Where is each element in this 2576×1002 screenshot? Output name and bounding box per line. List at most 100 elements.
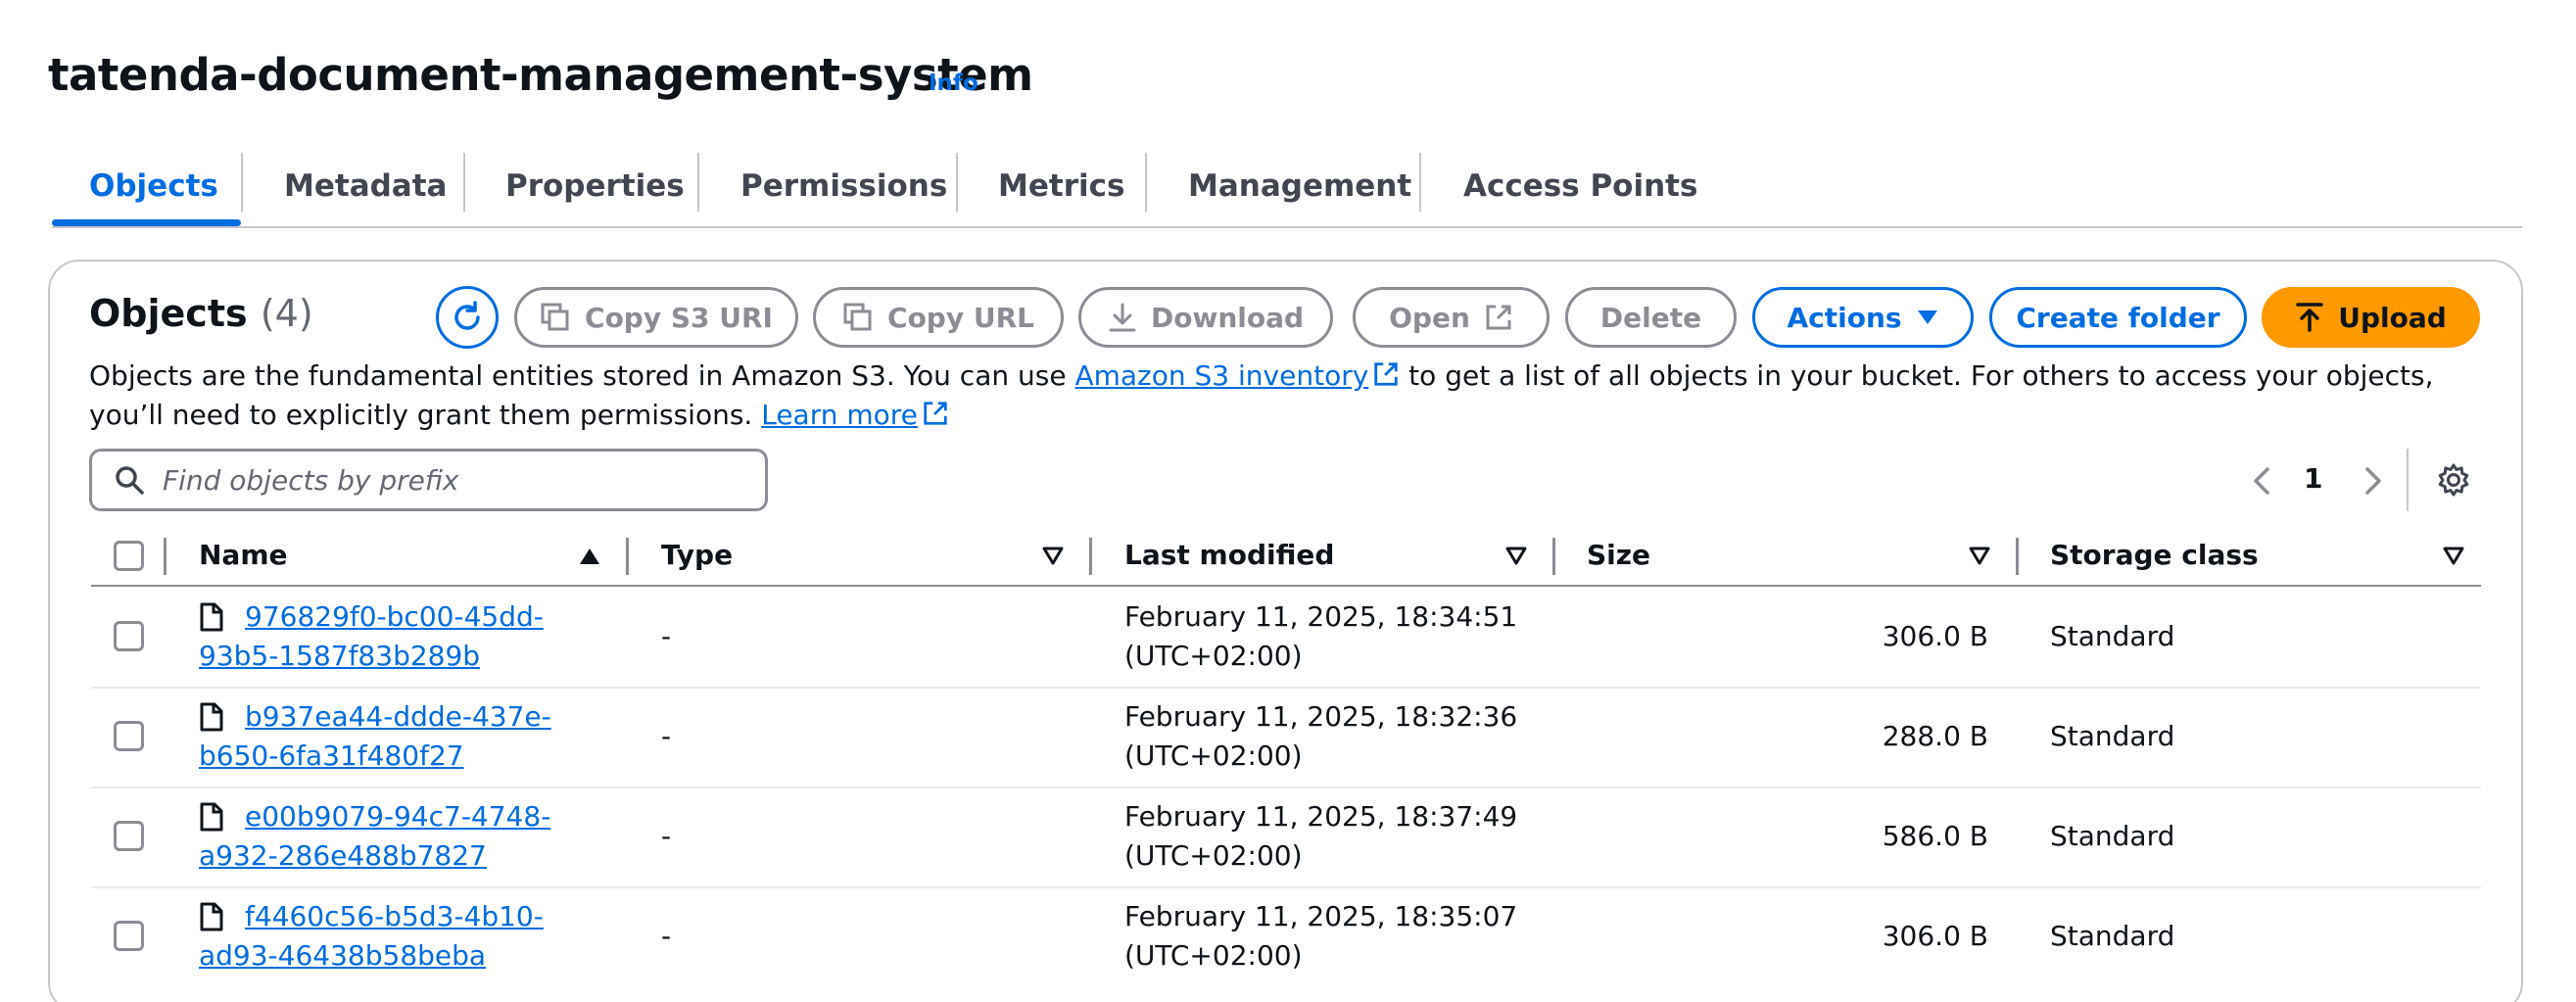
tab-metadata[interactable]: Metadata xyxy=(284,147,447,225)
tab-divider xyxy=(956,153,958,212)
file-icon xyxy=(200,902,223,931)
tab-metrics[interactable]: Metrics xyxy=(998,147,1124,225)
tab-divider xyxy=(1419,153,1421,212)
create-folder-button[interactable]: Create folder xyxy=(1989,287,2247,348)
copy-url-button[interactable]: Copy URL xyxy=(813,287,1064,348)
object-type: - xyxy=(661,620,672,652)
column-header-name[interactable]: Name xyxy=(199,539,288,571)
download-button[interactable]: Download xyxy=(1078,287,1333,348)
object-last-modified-tz: (UTC+02:00) xyxy=(1124,740,1303,772)
tab-permissions[interactable]: Permissions xyxy=(740,147,947,225)
search-icon xyxy=(116,466,144,495)
object-last-modified-tz: (UTC+02:00) xyxy=(1124,839,1303,872)
object-size: 288.0 B xyxy=(1882,720,1988,752)
object-size: 306.0 B xyxy=(1882,920,1988,952)
tab-properties[interactable]: Properties xyxy=(505,147,685,225)
objects-count: (4) xyxy=(260,292,313,335)
delete-button[interactable]: Delete xyxy=(1565,287,1737,348)
object-storage-class: Standard xyxy=(2050,720,2175,752)
info-link[interactable]: Info xyxy=(929,71,978,96)
row-divider xyxy=(91,687,2481,689)
object-storage-class: Standard xyxy=(2050,920,2175,952)
row-divider xyxy=(91,787,2481,788)
copy-s3-uri-label: Copy S3 URI xyxy=(585,301,773,334)
column-header-storage-class[interactable]: Storage class xyxy=(2050,539,2259,571)
upload-icon xyxy=(2296,303,2323,332)
row-checkbox[interactable] xyxy=(114,721,144,751)
object-name-link[interactable]: e00b9079-94c7-4748- xyxy=(245,800,550,833)
sort-ascending-icon[interactable] xyxy=(579,547,600,566)
row-checkbox[interactable] xyxy=(114,821,144,851)
settings-gear-icon[interactable] xyxy=(2436,462,2471,498)
tab-management[interactable]: Management xyxy=(1188,147,1411,225)
column-header-type[interactable]: Type xyxy=(661,539,733,571)
copy-s3-uri-button[interactable]: Copy S3 URI xyxy=(514,287,798,348)
object-name-link[interactable]: 93b5-1587f83b289b xyxy=(199,640,480,672)
file-icon xyxy=(200,802,223,832)
copy-icon xyxy=(843,303,872,331)
column-divider xyxy=(164,538,167,575)
sort-descending-icon[interactable] xyxy=(2443,547,2464,566)
refresh-button[interactable] xyxy=(436,286,499,349)
amazon-s3-inventory-link[interactable]: Amazon S3 inventory xyxy=(1074,359,1368,392)
select-all-checkbox[interactable] xyxy=(114,541,144,571)
tab-objects[interactable]: Objects xyxy=(89,147,218,225)
chevron-right-icon[interactable] xyxy=(2360,465,2385,497)
object-name-link[interactable]: ad93-46438b58beba xyxy=(199,939,486,972)
download-icon xyxy=(1109,303,1136,332)
object-last-modified-tz: (UTC+02:00) xyxy=(1124,640,1303,672)
object-name-link[interactable]: 976829f0-bc00-45dd- xyxy=(245,600,544,633)
table-header-divider xyxy=(91,585,2481,587)
object-type: - xyxy=(661,820,672,852)
download-label: Download xyxy=(1150,301,1305,334)
tab-divider xyxy=(463,153,465,212)
learn-more-link[interactable]: Learn more xyxy=(761,399,918,431)
actions-dropdown-button[interactable]: Actions xyxy=(1752,287,1974,348)
open-button[interactable]: Open xyxy=(1353,287,1550,348)
object-size: 306.0 B xyxy=(1882,620,1988,652)
row-checkbox[interactable] xyxy=(114,621,144,651)
object-type: - xyxy=(661,720,672,752)
refresh-icon xyxy=(454,301,480,330)
actions-label: Actions xyxy=(1787,301,1902,334)
tab-divider xyxy=(241,153,243,212)
sort-descending-icon[interactable] xyxy=(1505,547,1527,566)
column-divider xyxy=(626,538,629,575)
object-last-modified: February 11, 2025, 18:35:07 xyxy=(1124,900,1518,932)
current-page-number[interactable]: 1 xyxy=(2304,462,2322,495)
object-storage-class: Standard xyxy=(2050,620,2175,652)
sort-descending-icon[interactable] xyxy=(1042,547,1064,566)
caret-down-icon xyxy=(1917,310,1937,324)
chevron-left-icon[interactable] xyxy=(2250,465,2275,497)
column-divider xyxy=(1552,538,1555,575)
object-name-link[interactable]: a932-286e488b7827 xyxy=(199,839,487,872)
object-name-link[interactable]: b650-6fa31f480f27 xyxy=(199,740,464,772)
column-divider xyxy=(2016,538,2019,575)
tab-bar: Objects Metadata Properties Permissions … xyxy=(52,147,2522,228)
external-link-icon xyxy=(1486,305,1511,330)
external-link-icon xyxy=(924,402,947,425)
object-name-link[interactable]: f4460c56-b5d3-4b10- xyxy=(245,900,544,932)
open-label: Open xyxy=(1389,301,1470,334)
copy-icon xyxy=(541,303,569,331)
tab-access-points[interactable]: Access Points xyxy=(1463,147,1697,225)
column-header-last-modified[interactable]: Last modified xyxy=(1124,539,1334,571)
file-icon xyxy=(200,602,223,632)
upload-button[interactable]: Upload xyxy=(2262,287,2480,348)
column-divider xyxy=(1089,538,1092,575)
file-icon xyxy=(200,702,223,732)
object-size: 586.0 B xyxy=(1882,820,1988,852)
description-text-1: Objects are the fundamental entities sto… xyxy=(89,359,1075,392)
search-box xyxy=(89,449,768,511)
objects-heading: Objects (4) xyxy=(89,292,313,335)
object-last-modified: February 11, 2025, 18:32:36 xyxy=(1124,700,1518,733)
upload-label: Upload xyxy=(2338,301,2447,334)
copy-url-label: Copy URL xyxy=(887,301,1034,334)
create-folder-label: Create folder xyxy=(2016,301,2220,334)
column-header-size[interactable]: Size xyxy=(1587,539,1650,571)
object-name-link[interactable]: b937ea44-ddde-437e- xyxy=(245,700,551,733)
row-checkbox[interactable] xyxy=(114,921,144,951)
sort-descending-icon[interactable] xyxy=(1969,547,1990,566)
search-input[interactable] xyxy=(163,463,750,497)
inventory-link-label: Amazon S3 inventory xyxy=(1074,359,1369,392)
